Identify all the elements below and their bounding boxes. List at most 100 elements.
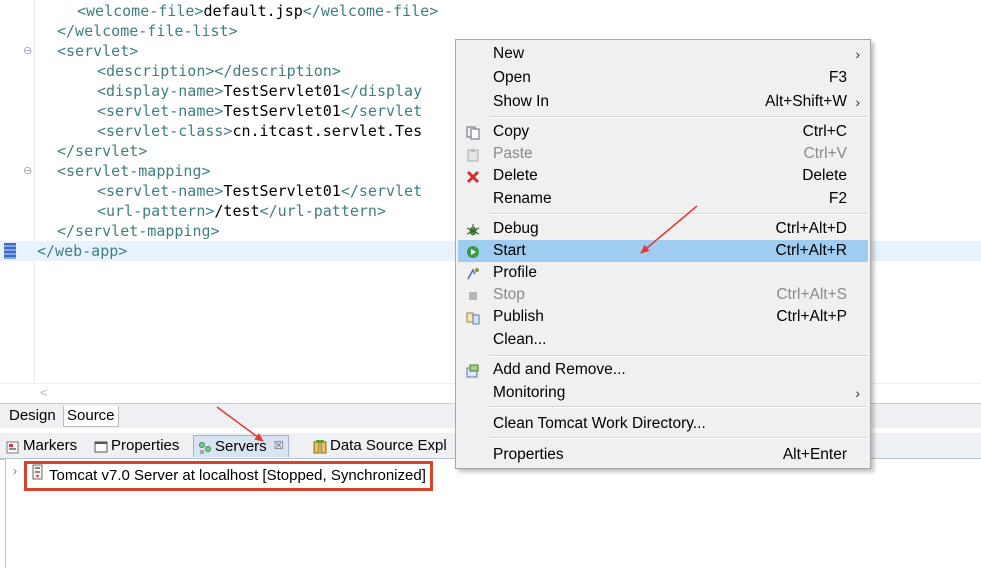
code-text: <url-pattern>/test</url-pattern> — [97, 201, 386, 221]
menu-item-label: Paste — [493, 145, 533, 162]
menu-item-clean-tomcat-work-directory[interactable]: Clean Tomcat Work Directory... — [458, 413, 868, 435]
code-text: </servlet> — [57, 141, 147, 161]
tab-properties[interactable]: Properties — [94, 435, 179, 456]
xml-tag: </welcome-file-list> — [57, 22, 238, 40]
menu-item-shortcut: Ctrl+C — [802, 123, 847, 140]
menu-item-open[interactable]: Open F3 — [458, 67, 868, 89]
tab-markers[interactable]: Markers — [6, 435, 77, 456]
menu-item-label: Clean Tomcat Work Directory... — [493, 415, 706, 432]
menu-item-label: Profile — [493, 264, 537, 281]
fold-toggle-icon[interactable]: ⊖ — [23, 41, 32, 61]
menu-item-label: New — [493, 45, 525, 62]
menu-item-label: Monitoring — [493, 384, 566, 401]
xml-tag: </servlet — [340, 102, 423, 120]
xml-text: TestServlet01 — [223, 102, 341, 120]
menu-item-start[interactable]: Start Ctrl+Alt+R — [458, 240, 868, 262]
server-icon — [31, 464, 45, 488]
menu-item-label: Open — [493, 69, 531, 86]
paste-icon — [466, 147, 480, 162]
menu-item-shortcut: Delete — [802, 167, 847, 184]
context-menu: New › Open F3 Show In Alt+Shift+W › Copy Ctrl+C P… — [455, 39, 871, 469]
menu-item-shortcut: F3 — [828, 69, 847, 86]
tab-data-source-explorer[interactable]: Data Source Expl — [313, 435, 447, 456]
code-line[interactable]: <welcome-file>default.jsp</welcome-file> — [0, 1, 981, 21]
menu-separator — [489, 437, 867, 439]
menu-item-shortcut: Ctrl+Alt+P — [776, 308, 847, 325]
expand-icon[interactable]: › — [13, 464, 17, 478]
tab-source[interactable]: Source — [63, 406, 119, 427]
menu-item-shortcut: Ctrl+Alt+D — [775, 220, 848, 237]
menu-item-delete[interactable]: Delete Delete — [458, 165, 868, 187]
menu-item-label: Copy — [493, 123, 530, 140]
properties-icon — [94, 439, 108, 453]
menu-item-properties[interactable]: Properties Alt+Enter — [458, 444, 868, 466]
submenu-arrow-icon: › — [855, 46, 860, 62]
menu-item-stop[interactable]: Stop Ctrl+Alt+S — [458, 284, 868, 306]
menu-item-shortcut: Ctrl+Alt+S — [776, 286, 847, 303]
xml-text: TestServlet01 — [223, 82, 341, 100]
menu-item-shortcut: Ctrl+V — [803, 145, 848, 162]
xml-text: default.jsp — [203, 2, 303, 20]
scroll-left-icon[interactable]: < — [40, 385, 48, 400]
tab-data-source-label: Data Source Expl — [330, 437, 447, 454]
tab-servers-label: Servers — [215, 438, 267, 455]
menu-item-profile[interactable]: Profile — [458, 262, 868, 284]
close-icon[interactable]: ☒ — [274, 436, 284, 457]
menu-item-shortcut: Alt+Enter — [782, 446, 847, 463]
menu-item-label: Start — [493, 242, 526, 259]
menu-item-debug[interactable]: Debug Ctrl+Alt+D — [458, 218, 868, 240]
tab-servers[interactable]: Servers ☒ — [193, 435, 289, 457]
publish-icon — [466, 310, 480, 325]
xml-tag: </display — [340, 82, 423, 100]
xml-tag: </welcome-file> — [302, 2, 439, 20]
fold-toggle-icon[interactable]: ⊖ — [23, 161, 32, 181]
menu-item-clean[interactable]: Clean... — [458, 329, 868, 351]
code-text: <welcome-file>default.jsp</welcome-file> — [77, 1, 438, 21]
menu-item-add-and-remove[interactable]: Add and Remove... — [458, 359, 868, 381]
menu-item-label: Clean... — [493, 331, 547, 348]
menu-separator — [489, 406, 867, 408]
code-text: <servlet> — [57, 41, 138, 61]
menu-item-monitoring[interactable]: Monitoring › — [458, 382, 868, 404]
xml-tag: <description></description> — [97, 62, 341, 80]
menu-item-show-in[interactable]: Show In Alt+Shift+W › — [458, 91, 868, 113]
menu-item-label: Rename — [493, 190, 552, 207]
menu-separator — [489, 355, 867, 357]
menu-item-paste[interactable]: Paste Ctrl+V — [458, 143, 868, 165]
add-remove-icon — [466, 363, 480, 378]
xml-tag: <servlet-mapping> — [57, 162, 211, 180]
menu-item-label: Add and Remove... — [493, 361, 626, 378]
menu-item-copy[interactable]: Copy Ctrl+C — [458, 121, 868, 143]
code-text: <servlet-class>cn.itcast.servlet.Tes — [97, 121, 422, 141]
xml-text: TestServlet01 — [223, 182, 341, 200]
xml-tag: <display-name> — [97, 82, 224, 100]
menu-item-label: Show In — [493, 93, 550, 110]
data-source-icon — [313, 439, 327, 453]
menu-item-new[interactable]: New › — [458, 43, 868, 65]
menu-item-publish[interactable]: Publish Ctrl+Alt+P — [458, 306, 868, 328]
menu-item-label: Delete — [493, 167, 538, 184]
menu-item-label: Stop — [493, 286, 525, 303]
menu-item-shortcut: Ctrl+Alt+R — [775, 242, 848, 259]
delete-icon — [466, 169, 480, 184]
code-text: <servlet-name>TestServlet01</servlet — [97, 181, 422, 201]
code-line[interactable]: </welcome-file-list> — [0, 21, 981, 41]
menu-item-rename[interactable]: Rename F2 — [458, 188, 868, 210]
xml-tag: <servlet-name> — [97, 182, 224, 200]
xml-tag: </servlet> — [57, 142, 148, 160]
tomcat-server-item[interactable]: Tomcat v7.0 Server at localhost [Stopped… — [24, 461, 433, 491]
menu-item-label: Publish — [493, 308, 544, 325]
tab-design[interactable]: Design — [6, 406, 59, 426]
menu-item-shortcut: F2 — [828, 190, 847, 207]
menu-item-label: Debug — [493, 220, 539, 237]
start-icon — [466, 244, 480, 258]
xml-tag: </servlet — [340, 182, 423, 200]
current-line-marker-icon — [4, 243, 16, 259]
submenu-arrow-icon: › — [855, 94, 860, 110]
code-text: </welcome-file-list> — [57, 21, 238, 41]
code-text: <servlet-mapping> — [57, 161, 211, 181]
menu-separator — [489, 116, 867, 118]
xml-tag: <servlet> — [57, 42, 139, 60]
menu-item-label: Properties — [493, 446, 564, 463]
debug-icon — [466, 222, 480, 236]
